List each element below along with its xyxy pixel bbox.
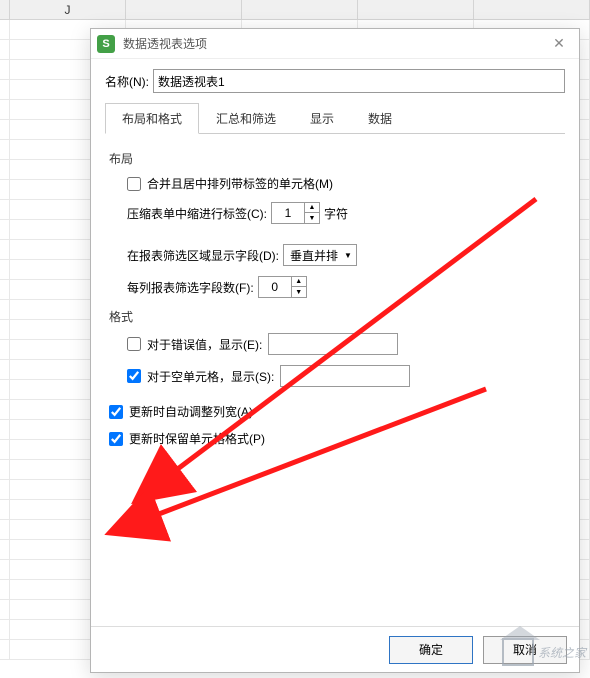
spin-up-icon[interactable]: ▲ xyxy=(305,203,319,213)
tab-panel-layout: 布局 合并且居中排列带标签的单元格(M) 压缩表单中缩进行标签(C): ▲ ▼ xyxy=(105,134,565,447)
empty-row: 对于空单元格，显示(S): xyxy=(127,365,561,387)
dialog-body: 名称(N): 布局和格式 汇总和筛选 显示 数据 布局 合并且居中排列带标签的单… xyxy=(91,59,579,626)
section-format-label: 格式 xyxy=(109,308,561,325)
preserve-checkbox[interactable] xyxy=(109,432,123,446)
tab-display[interactable]: 显示 xyxy=(293,103,351,134)
autofit-label: 更新时自动调整列宽(A) xyxy=(129,403,253,420)
empty-input[interactable] xyxy=(280,365,410,387)
name-input[interactable] xyxy=(153,69,565,93)
filter-area-dropdown[interactable]: 垂直并排 ▼ xyxy=(283,244,357,266)
spin-up-icon[interactable]: ▲ xyxy=(292,277,306,287)
error-row: 对于错误值，显示(E): xyxy=(127,333,561,355)
error-checkbox[interactable] xyxy=(127,337,141,351)
column-header-row: J xyxy=(0,0,590,20)
autofit-row: 更新时自动调整列宽(A) xyxy=(109,403,561,420)
filter-area-row: 在报表筛选区域显示字段(D): 垂直并排 ▼ xyxy=(127,244,561,266)
col-header-blank4 xyxy=(358,0,474,19)
compact-suffix: 字符 xyxy=(324,205,348,222)
tab-data[interactable]: 数据 xyxy=(351,103,409,134)
watermark-text: 系统之家 xyxy=(538,644,586,661)
spin-down-icon[interactable]: ▼ xyxy=(292,287,306,297)
merge-row: 合并且居中排列带标签的单元格(M) xyxy=(127,175,561,192)
name-row: 名称(N): xyxy=(105,69,565,93)
filter-count-input[interactable] xyxy=(259,277,291,297)
tab-bar: 布局和格式 汇总和筛选 显示 数据 xyxy=(105,103,565,134)
name-label: 名称(N): xyxy=(105,73,149,90)
watermark: 系统之家 xyxy=(502,638,586,666)
merge-checkbox[interactable] xyxy=(127,177,141,191)
chevron-down-icon: ▼ xyxy=(344,251,352,260)
empty-label: 对于空单元格，显示(S): xyxy=(147,368,274,385)
filter-count-spinner[interactable]: ▲ ▼ xyxy=(258,276,307,298)
col-header-blank2 xyxy=(126,0,242,19)
filter-count-row: 每列报表筛选字段数(F): ▲ ▼ xyxy=(127,276,561,298)
filter-area-value: 垂直并排 xyxy=(290,247,338,264)
pivot-options-dialog: S 数据透视表选项 ✕ 名称(N): 布局和格式 汇总和筛选 显示 数据 布局 … xyxy=(90,28,580,673)
spin-down-icon[interactable]: ▼ xyxy=(305,213,319,223)
filter-count-label: 每列报表筛选字段数(F): xyxy=(127,279,254,296)
dialog-title: 数据透视表选项 xyxy=(123,35,545,52)
preserve-row: 更新时保留单元格格式(P) xyxy=(109,430,561,447)
preserve-label: 更新时保留单元格格式(P) xyxy=(129,430,265,447)
close-icon[interactable]: ✕ xyxy=(545,35,573,52)
section-layout-label: 布局 xyxy=(109,150,561,167)
merge-label: 合并且居中排列带标签的单元格(M) xyxy=(147,175,333,192)
tab-totals-filters[interactable]: 汇总和筛选 xyxy=(199,103,293,134)
autofit-checkbox[interactable] xyxy=(109,405,123,419)
error-input[interactable] xyxy=(268,333,398,355)
app-icon: S xyxy=(97,35,115,53)
compact-spinner[interactable]: ▲ ▼ xyxy=(271,202,320,224)
compact-input[interactable] xyxy=(272,203,304,223)
compact-label: 压缩表单中缩进行标签(C): xyxy=(127,205,267,222)
col-header-j[interactable]: J xyxy=(10,0,126,19)
ok-button[interactable]: 确定 xyxy=(389,636,473,664)
col-header-blank3 xyxy=(242,0,358,19)
error-label: 对于错误值，显示(E): xyxy=(147,336,262,353)
tab-layout-format[interactable]: 布局和格式 xyxy=(105,103,199,134)
col-header-blank5 xyxy=(474,0,590,19)
house-icon xyxy=(502,638,534,666)
titlebar: S 数据透视表选项 ✕ xyxy=(91,29,579,59)
filter-area-label: 在报表筛选区域显示字段(D): xyxy=(127,247,279,264)
compact-row: 压缩表单中缩进行标签(C): ▲ ▼ 字符 xyxy=(127,202,561,224)
col-header-blank xyxy=(0,0,10,19)
empty-checkbox[interactable] xyxy=(127,369,141,383)
